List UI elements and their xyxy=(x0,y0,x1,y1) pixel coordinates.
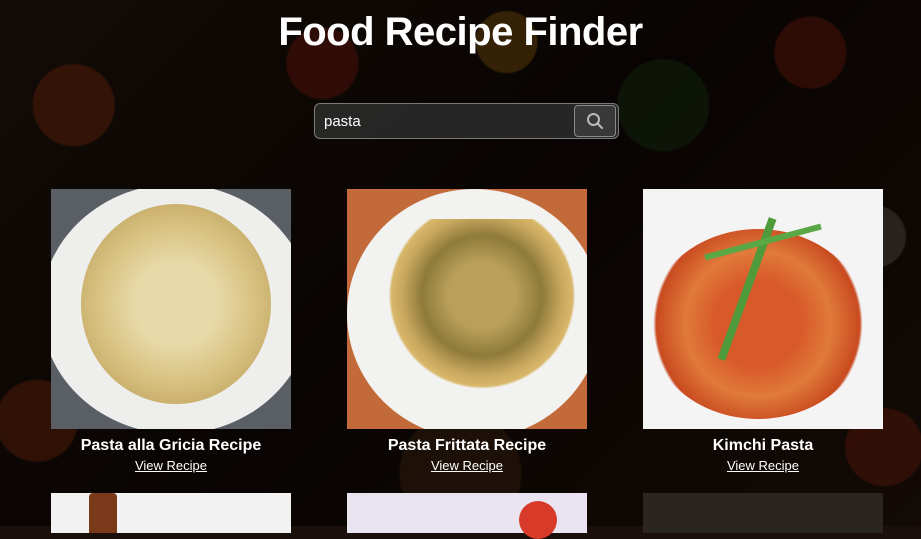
recipe-image[interactable] xyxy=(643,189,883,429)
recipe-card: Pasta alla Gricia Recipe View Recipe xyxy=(51,189,291,473)
recipe-image[interactable] xyxy=(347,493,587,539)
search-button[interactable] xyxy=(574,105,616,137)
view-recipe-link[interactable]: View Recipe xyxy=(643,458,883,473)
page-title: Food Recipe Finder xyxy=(278,10,643,54)
recipe-image[interactable] xyxy=(51,189,291,429)
recipe-image[interactable] xyxy=(51,493,291,533)
recipe-image[interactable] xyxy=(347,189,587,429)
search-bar xyxy=(314,103,619,139)
search-input[interactable] xyxy=(315,104,574,138)
view-recipe-link[interactable]: View Recipe xyxy=(51,458,291,473)
search-icon xyxy=(587,113,603,129)
recipe-card: Kimchi Pasta View Recipe xyxy=(643,189,883,473)
recipe-image[interactable] xyxy=(643,493,883,533)
recipe-name: Pasta Frittata Recipe xyxy=(387,437,547,454)
recipe-name: Kimchi Pasta xyxy=(712,437,814,454)
recipe-name: Pasta alla Gricia Recipe xyxy=(80,437,262,454)
view-recipe-link[interactable]: View Recipe xyxy=(347,458,587,473)
recipe-card: Pasta Frittata Recipe View Recipe xyxy=(347,189,587,473)
